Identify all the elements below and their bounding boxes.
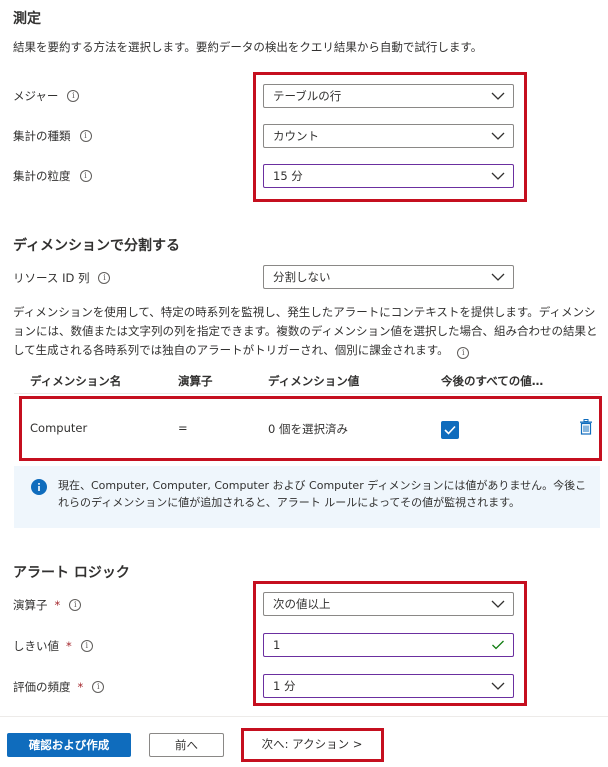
alert-operator-label: 演算子 — [13, 598, 48, 612]
resource-id-dropdown[interactable]: 分割しない — [263, 265, 514, 289]
column-header-operator: 演算子 — [178, 374, 213, 388]
required-mark: * — [77, 680, 84, 694]
info-icon[interactable]: i — [79, 130, 92, 142]
chevron-down-icon — [491, 273, 505, 281]
info-filled-icon — [31, 479, 47, 495]
frequency-label-row: 評価の頻度 * i — [13, 679, 105, 695]
measure-label-row: メジャー i — [13, 88, 80, 104]
info-icon[interactable]: i — [69, 599, 82, 611]
split-description: ディメンションを使用して、特定の時系列を監視し、発生したアラートにコンテキストを… — [13, 305, 598, 357]
info-icon[interactable]: i — [80, 640, 93, 652]
highlight-box-measure — [253, 72, 527, 202]
aggregation-type-label-row: 集計の種類 i — [13, 128, 92, 144]
highlight-box-dimension-row — [19, 396, 602, 461]
granularity-label: 集計の粒度 — [13, 169, 71, 183]
measure-title: 測定 — [13, 11, 41, 27]
required-mark: * — [54, 598, 61, 612]
column-header-dimension-name: ディメンション名 — [30, 374, 122, 388]
measure-description: 結果を要約する方法を選択します。要約データの検出をクエリ結果から自動で試行します… — [13, 40, 483, 54]
resource-id-value: 分割しない — [273, 270, 331, 284]
highlight-box-alert-logic — [253, 581, 527, 706]
info-icon[interactable]: i — [92, 681, 105, 693]
split-title: ディメンションで分割する — [13, 238, 181, 254]
info-icon[interactable]: i — [457, 347, 470, 359]
column-header-dimension-value: ディメンション値 — [268, 374, 360, 388]
resource-id-label: リソース ID 列 — [13, 271, 90, 285]
required-mark: * — [66, 639, 72, 653]
alert-operator-label-row: 演算子 * i — [13, 597, 82, 613]
highlight-box-next — [241, 728, 384, 762]
info-icon[interactable]: i — [98, 272, 111, 284]
measure-label: メジャー — [13, 89, 59, 103]
granularity-label-row: 集計の粒度 i — [13, 168, 92, 184]
frequency-label: 評価の頻度 — [13, 680, 71, 694]
info-message-text: 現在、Computer, Computer, Computer および Comp… — [58, 479, 587, 509]
alert-logic-title: アラート ロジック — [13, 565, 130, 581]
table-header-divider — [14, 393, 600, 394]
info-message-bar: 現在、Computer, Computer, Computer および Comp… — [14, 466, 600, 528]
review-create-button[interactable]: 確認および作成 — [7, 733, 131, 757]
threshold-label-row: しきい値 * i — [13, 638, 93, 654]
aggregation-type-label: 集計の種類 — [13, 129, 71, 143]
column-header-future-values: 今後のすべての値… — [441, 374, 544, 388]
info-icon[interactable]: i — [79, 170, 92, 182]
resource-id-label-row: リソース ID 列 i — [13, 270, 111, 286]
info-icon[interactable]: i — [67, 90, 80, 102]
split-description-block: ディメンションを使用して、特定の時系列を監視し、発生したアラートにコンテキストを… — [13, 303, 599, 360]
previous-button[interactable]: 前へ — [149, 733, 224, 757]
threshold-label: しきい値 — [13, 639, 59, 653]
footer-divider — [0, 716, 608, 717]
